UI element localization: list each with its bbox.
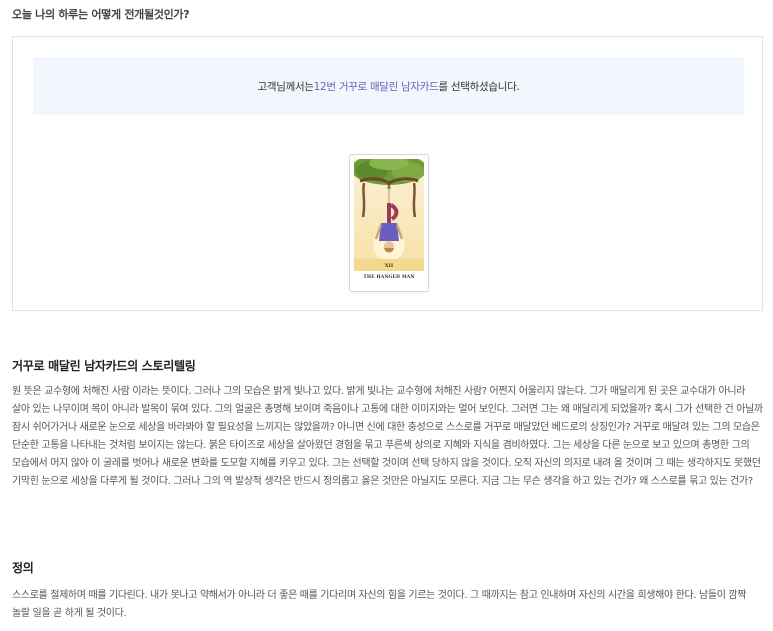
definition-body: 스스로를 절제하며 때를 기다린다. 내가 못나고 약해서가 아니라 더 좋은 … [12, 590, 747, 619]
page-heading: 오늘 나의 하루는 어떻게 전개될것인가? [12, 8, 190, 21]
selected-card-name: 12번 거꾸로 매달린 남자카드 [313, 80, 439, 93]
result-panel: 고객님께서는 12번 거꾸로 매달린 남자카드 를 선택하셨습니다. XII T… [12, 36, 763, 311]
tarot-card[interactable]: XII THE HANGED MAN [349, 154, 429, 292]
card-caption: THE HANGED MAN [363, 275, 415, 280]
storytelling-body: 원 뜻은 교수형에 처해진 사람 이라는 뜻이다. 그러나 그의 모습은 밝게 … [12, 386, 763, 487]
card-numeral: XII [385, 263, 394, 269]
selection-notice: 고객님께서는 12번 거꾸로 매달린 남자카드 를 선택하셨습니다. [33, 57, 744, 115]
notice-prefix: 고객님께서는 [257, 80, 314, 93]
notice-suffix: 를 선택하셨습니다. [438, 80, 520, 93]
hanged-man-illustration: XII [354, 159, 424, 271]
definition-title: 정의 [12, 561, 34, 575]
storytelling-title: 거꾸로 매달린 남자카드의 스토리텔링 [12, 359, 196, 373]
